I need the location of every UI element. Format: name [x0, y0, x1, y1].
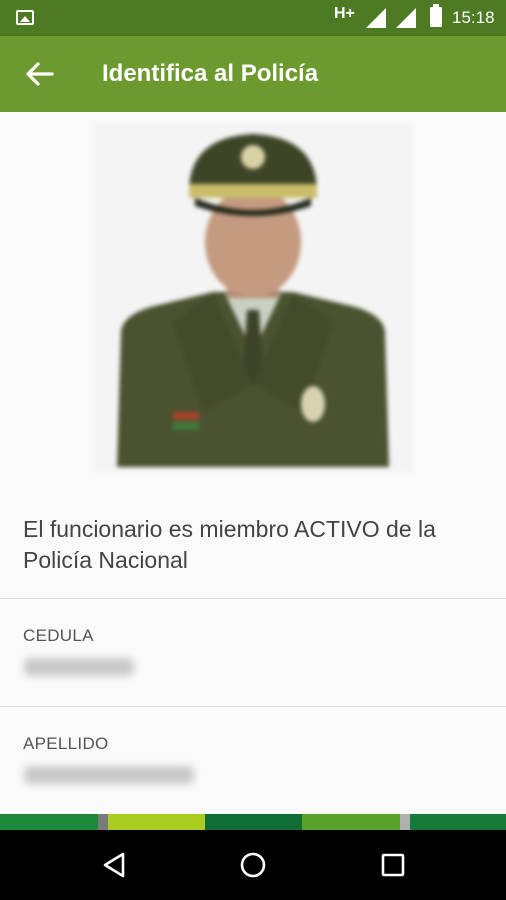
- stripe-segment: [98, 814, 108, 830]
- nav-home-button[interactable]: [236, 848, 270, 882]
- arrow-left-icon: [26, 62, 54, 86]
- apellido-label: APELLIDO: [23, 734, 109, 753]
- stripe-segment: [0, 814, 98, 830]
- nav-recents-icon: [381, 853, 405, 877]
- back-button[interactable]: [20, 56, 60, 92]
- stripe-segment: [410, 814, 506, 830]
- nav-recents-button[interactable]: [376, 848, 410, 882]
- nav-home-icon: [240, 852, 266, 878]
- network-type: H+: [334, 5, 355, 22]
- gallery-icon: [16, 10, 34, 25]
- footer-color-stripe: [0, 814, 506, 830]
- stripe-segment: [205, 814, 302, 830]
- stripe-segment: [302, 814, 400, 830]
- officer-photo: [93, 122, 413, 472]
- stripe-segment: [400, 814, 410, 830]
- member-status-message: El funcionario es miembro ACTIVO de la P…: [23, 516, 436, 573]
- status-clock: 15:18: [452, 8, 495, 27]
- status-bar: H+ 15:18: [0, 0, 506, 36]
- divider: [0, 598, 506, 599]
- content-scroll[interactable]: El funcionario es miembro ACTIVO de la P…: [0, 112, 506, 814]
- cedula-label: CEDULA: [23, 626, 94, 645]
- cedula-value-redacted: [24, 658, 134, 676]
- nav-back-button[interactable]: [98, 848, 132, 882]
- battery-icon: [430, 4, 442, 27]
- signal-icon: [366, 8, 386, 28]
- system-nav-bar: [0, 830, 506, 900]
- divider: [0, 706, 506, 707]
- stripe-segment: [108, 814, 205, 830]
- apellido-value-redacted: [24, 766, 194, 784]
- signal-icon: [396, 8, 416, 28]
- app-bar: Identifica al Policía: [0, 36, 506, 112]
- nav-back-icon: [103, 852, 125, 878]
- page-title: Identifica al Policía: [102, 60, 319, 87]
